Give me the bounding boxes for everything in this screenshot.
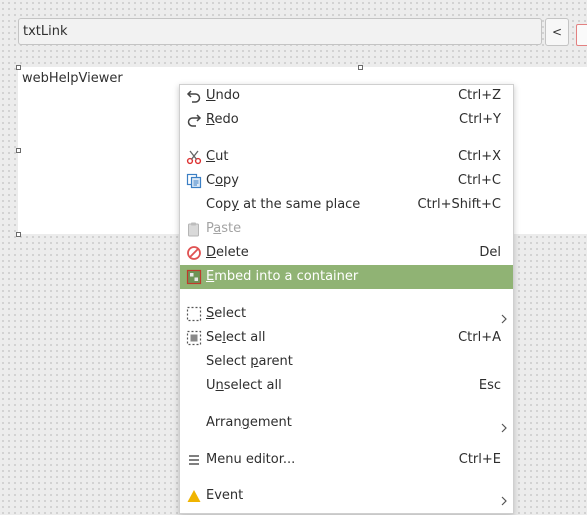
- menu-item-label: Cut: [206, 149, 229, 164]
- menu-item-label: Delete: [206, 245, 249, 260]
- menu-item-label: Unselect all: [206, 378, 282, 393]
- menu-item-copy-same-place[interactable]: Copy at the same place Ctrl+Shift+C: [180, 193, 513, 217]
- menu-item-shortcut: Ctrl+X: [458, 149, 501, 164]
- submenu-arrow-icon: [500, 418, 508, 442]
- submenu-arrow-icon: [500, 491, 508, 515]
- menu-item-event[interactable]: Event: [180, 484, 513, 508]
- menu-item-shortcut: Ctrl+Z: [458, 88, 501, 103]
- menu-item-label: Embed into a container: [206, 269, 359, 284]
- menu-item-shortcut: Ctrl+Shift+C: [417, 197, 501, 212]
- paste-icon: [186, 221, 202, 237]
- resize-handle-top-left[interactable]: [16, 65, 21, 70]
- menu-item-shortcut: Ctrl+A: [458, 330, 501, 345]
- menu-item-shortcut: Ctrl+Y: [459, 112, 501, 127]
- menu-item-shortcut: Ctrl+E: [458, 452, 501, 467]
- menu-item-label: Select parent: [206, 354, 293, 369]
- menu-item-embed-container[interactable]: Embed into a container: [180, 265, 513, 289]
- menu-item-label: Redo: [206, 112, 239, 127]
- menu-item-delete[interactable]: Delete Del: [180, 241, 513, 265]
- menu-item-label: Copy at the same place: [206, 197, 361, 212]
- menu-item-shortcut: Ctrl+C: [457, 173, 501, 188]
- link-text-field[interactable]: txtLink: [18, 18, 542, 45]
- select-icon: [186, 306, 202, 322]
- menu-item-label: Select all: [206, 330, 266, 345]
- menu-editor-icon: [186, 452, 202, 468]
- select-all-icon: [186, 330, 202, 346]
- menu-item-label: Copy: [206, 173, 239, 188]
- next-button[interactable]: [576, 24, 587, 46]
- resize-handle-middle-left[interactable]: [16, 148, 21, 153]
- copy-icon: [186, 173, 202, 189]
- scissors-icon: [186, 149, 202, 165]
- menu-item-label: Event: [206, 488, 244, 503]
- undo-icon: [186, 88, 202, 104]
- menu-item-label: Select: [206, 306, 247, 321]
- menu-item-label: Undo: [206, 88, 240, 103]
- back-button[interactable]: <: [545, 18, 569, 46]
- menu-item-copy[interactable]: Copy Ctrl+C: [180, 169, 513, 193]
- resize-handle-top-center[interactable]: [358, 65, 363, 70]
- menu-item-shortcut: Del: [479, 245, 501, 260]
- delete-icon: [186, 245, 202, 261]
- menu-item-arrangement[interactable]: Arrangement: [180, 411, 513, 435]
- menu-item-label: Arrangement: [206, 415, 292, 430]
- menu-item-select[interactable]: Select: [180, 302, 513, 326]
- menu-item-unselect-all[interactable]: Unselect all Esc: [180, 374, 513, 398]
- menu-item-redo[interactable]: Redo Ctrl+Y: [180, 108, 513, 132]
- menu-item-cut[interactable]: Cut Ctrl+X: [180, 145, 513, 169]
- menu-item-label: Paste: [206, 221, 242, 236]
- menu-item-undo[interactable]: Undo Ctrl+Z: [180, 84, 513, 108]
- embed-container-icon: [186, 269, 202, 285]
- menu-item-label: Menu editor...: [206, 452, 296, 467]
- menu-item-select-all[interactable]: Select all Ctrl+A: [180, 326, 513, 350]
- redo-icon: [186, 112, 202, 128]
- event-icon: [186, 488, 202, 504]
- menu-item-paste[interactable]: Paste: [180, 217, 513, 241]
- viewer-label: webHelpViewer: [22, 71, 123, 86]
- menu-item-shortcut: Esc: [478, 378, 501, 393]
- menu-item-menu-editor[interactable]: Menu editor... Ctrl+E: [180, 448, 513, 472]
- menu-item-select-parent[interactable]: Select parent: [180, 350, 513, 374]
- resize-handle-bottom-left[interactable]: [16, 232, 21, 237]
- context-menu: Undo Ctrl+Z Redo Ctrl+Y Cut Ctrl+X Copy …: [179, 84, 514, 514]
